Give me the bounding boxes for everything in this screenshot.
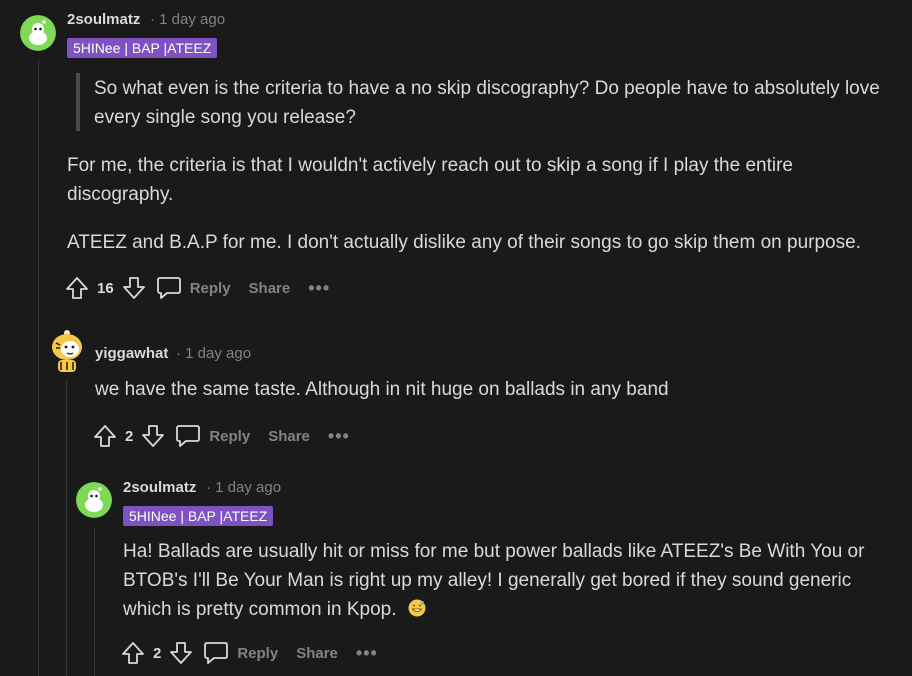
user-flair: 5HINee | BAP |ATEEZ xyxy=(67,38,218,58)
reply-label: Reply xyxy=(209,427,251,445)
snoo-avatar-icon xyxy=(20,15,56,51)
thread-line-root[interactable] xyxy=(38,60,39,676)
comment-body: we have the same taste. Although in nit … xyxy=(95,379,669,400)
more-options-icon[interactable]: ••• xyxy=(328,426,350,447)
reply-label: Reply xyxy=(189,279,231,297)
snoo-avatar-icon xyxy=(76,482,112,518)
reply-button[interactable]: Reply xyxy=(203,641,278,665)
downvote-icon[interactable] xyxy=(167,639,195,667)
thread-line-reply[interactable] xyxy=(66,380,67,676)
blockquote-text: So what even is the criteria to have a n… xyxy=(94,78,880,128)
avatar[interactable] xyxy=(48,329,86,373)
username[interactable]: yiggawhat xyxy=(95,345,168,362)
timestamp: · 1 day ago xyxy=(206,479,282,496)
comment-actions: 2 Reply Share ••• xyxy=(119,637,378,669)
avatar[interactable] xyxy=(20,15,56,51)
share-button[interactable]: Share xyxy=(249,280,291,297)
vote-score: 16 xyxy=(97,279,114,297)
comment-paragraph: For me, the criteria is that I wouldn't … xyxy=(67,155,793,205)
username[interactable]: 2soulmatz xyxy=(123,479,196,496)
reply-button[interactable]: Reply xyxy=(156,276,231,300)
user-flair: 5HINee | BAP |ATEEZ xyxy=(123,506,274,526)
upvote-icon[interactable] xyxy=(63,274,91,302)
downvote-icon[interactable] xyxy=(139,422,167,450)
avatar[interactable] xyxy=(76,482,112,518)
tiger-avatar-icon xyxy=(52,330,82,372)
username[interactable]: 2soulmatz xyxy=(67,11,140,28)
share-button[interactable]: Share xyxy=(296,645,338,662)
thread-line-nested[interactable] xyxy=(94,528,95,676)
comment-body-text: Ha! Ballads are usually hit or miss for … xyxy=(123,541,865,620)
downvote-icon[interactable] xyxy=(120,274,148,302)
timestamp: · 1 day ago xyxy=(150,11,226,28)
reply-label: Reply xyxy=(237,644,279,662)
comment-actions: 16 Reply Share ••• xyxy=(63,272,330,304)
blockquote-bar xyxy=(76,73,80,131)
comment-bubble-icon xyxy=(156,277,181,299)
timestamp: · 1 day ago xyxy=(176,345,252,362)
upvote-icon[interactable] xyxy=(91,422,119,450)
vote-score: 2 xyxy=(153,644,162,662)
share-button[interactable]: Share xyxy=(268,428,310,445)
upvote-icon[interactable] xyxy=(119,639,147,667)
comment-bubble-icon xyxy=(204,642,229,664)
more-options-icon[interactable]: ••• xyxy=(308,278,330,299)
reply-button[interactable]: Reply xyxy=(175,424,250,448)
vote-score: 2 xyxy=(125,427,134,445)
more-options-icon[interactable]: ••• xyxy=(356,643,378,664)
grinning-sweat-emoji-icon xyxy=(408,599,426,617)
comment-actions: 2 Reply Share ••• xyxy=(91,420,350,452)
comment-paragraph: ATEEZ and B.A.P for me. I don't actually… xyxy=(67,232,861,253)
comment-bubble-icon xyxy=(176,425,201,447)
comment-body: Ha! Ballads are usually hit or miss for … xyxy=(123,537,898,624)
